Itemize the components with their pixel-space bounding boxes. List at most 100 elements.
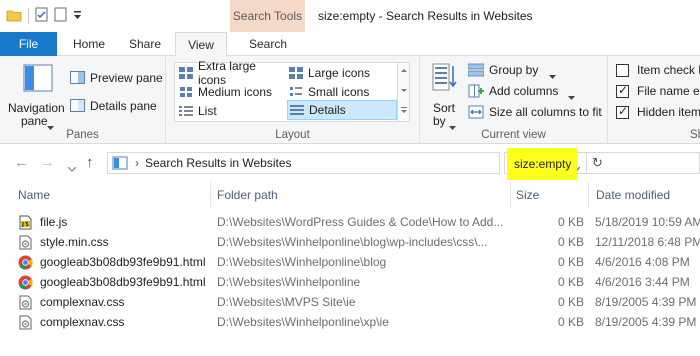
navigation-bar: ← → ↑ › Search Results in Websites ↻ siz… — [0, 148, 700, 180]
table-row[interactable]: style.min.css D:\Websites\Winhelponline\b… — [0, 232, 700, 253]
folder-icon[interactable] — [6, 8, 22, 25]
column-header-date-modified[interactable]: Date modified — [596, 182, 700, 208]
tab-share[interactable]: Share — [120, 32, 170, 56]
extra-large-icons-icon — [179, 67, 193, 79]
table-row[interactable]: complexnav.css D:\Websites\Winhelponline\… — [0, 312, 700, 333]
tab-home[interactable]: Home — [64, 32, 114, 56]
layout-extra-large-icons[interactable]: Extra large icons — [179, 59, 287, 87]
file-name: complexnav.css — [40, 315, 125, 329]
layout-gallery: Extra large icons Large icons Medium ico… — [174, 59, 410, 122]
table-row[interactable]: googleab3b08db93fe9b91.html D:\Websites\W… — [0, 252, 700, 273]
navigation-pane-label-2: pane — [21, 114, 48, 128]
search-tools-context-header: Search Tools — [230, 0, 305, 32]
file-name: complexnav.css — [40, 295, 125, 309]
group-by-button[interactable]: Group by — [467, 62, 598, 82]
medium-icons-label: Medium icons — [198, 85, 273, 99]
chrome-html-icon — [18, 275, 33, 290]
item-check-boxes-checkbox[interactable] — [616, 64, 629, 77]
chrome-html-icon — [18, 255, 33, 270]
ribbon-tabs: File Home Share View Search — [0, 32, 700, 57]
breadcrumb-chevron-icon[interactable]: › — [135, 156, 139, 170]
navigation-pane-icon — [23, 64, 53, 95]
recent-locations-chevron-icon[interactable] — [67, 161, 77, 175]
css-file-icon — [18, 295, 33, 310]
chevron-down-icon — [568, 89, 575, 103]
tab-file[interactable]: File — [0, 32, 57, 56]
up-arrow-icon[interactable]: ↑ — [86, 154, 94, 171]
item-check-boxes-label: Item check b — [637, 63, 700, 77]
file-name-extensions-checkbox[interactable] — [616, 83, 629, 98]
add-columns-label: Add columns — [489, 84, 559, 98]
large-icons-icon — [289, 67, 303, 79]
layout-small-icons[interactable]: Small icons — [289, 82, 395, 102]
file-name-extensions-option[interactable]: File name ex — [616, 83, 700, 100]
current-view-group: Sort by Group by Add columns Size all co… — [420, 56, 608, 144]
quick-access-toolbar — [6, 7, 82, 25]
file-size: 0 KB — [557, 275, 584, 289]
scroll-up-icon — [401, 69, 407, 113]
table-row[interactable]: file.js D:\Websites\WordPress Guides & Co… — [0, 212, 700, 233]
navigation-pane-label: Navigation — [8, 101, 65, 115]
column-header-folder-path[interactable]: Folder path — [217, 182, 507, 208]
address-path: Search Results in Websites — [145, 156, 292, 170]
folder-path: D:\Websites\WordPress Guides & Code\How … — [217, 215, 504, 229]
sort-by-button[interactable]: Sort by — [428, 60, 462, 130]
search-input[interactable]: size:empty — [514, 157, 571, 171]
column-divider[interactable] — [510, 182, 511, 208]
address-bar[interactable]: › Search Results in Websites ↻ — [107, 152, 603, 174]
details-pane-icon — [70, 99, 85, 115]
show-hide-group: Item check b File name ex Hidden item Sh — [608, 56, 700, 144]
customize-toolbar-dropdown-icon[interactable] — [73, 9, 82, 23]
css-file-icon — [18, 315, 33, 330]
chevron-down-icon — [549, 68, 556, 82]
tab-search[interactable]: Search — [232, 32, 304, 56]
size-columns-icon — [468, 105, 484, 122]
details-pane-button[interactable]: Details pane — [70, 98, 164, 116]
column-divider[interactable] — [210, 182, 211, 208]
size-all-columns-button[interactable]: Size all columns to fit — [468, 104, 606, 122]
new-folder-icon[interactable] — [54, 7, 67, 25]
date-modified: 8/19/2005 4:39 PM — [595, 315, 697, 329]
panes-group-label: Panes — [66, 129, 99, 141]
hidden-items-option[interactable]: Hidden item — [616, 104, 700, 121]
layout-gallery-scroll[interactable] — [397, 63, 409, 121]
layout-details[interactable]: Details — [287, 100, 397, 120]
details-icon — [290, 105, 304, 115]
properties-icon[interactable] — [35, 7, 48, 25]
size-all-columns-label: Size all columns to fit — [489, 105, 602, 119]
file-name: file.js — [40, 215, 68, 229]
file-name: style.min.css — [40, 235, 109, 249]
column-header-name[interactable]: Name — [18, 182, 208, 208]
forward-arrow-icon[interactable]: → — [40, 154, 55, 171]
folder-path: D:\Websites\Winhelponline\blog\wp-includ… — [217, 235, 488, 249]
file-name: googleab3b08db93fe9b91.html — [40, 275, 206, 289]
group-by-icon — [467, 63, 485, 80]
layout-large-icons[interactable]: Large icons — [289, 63, 395, 83]
item-check-boxes-option[interactable]: Item check b — [616, 63, 700, 79]
table-row[interactable]: complexnav.css D:\Websites\MVPS Site\ie 0 … — [0, 292, 700, 313]
sort-by-label-2: by — [433, 114, 446, 128]
table-row[interactable]: googleab3b08db93fe9b91.html D:\Websites\W… — [0, 272, 700, 293]
css-file-icon — [18, 235, 33, 250]
sort-by-icon — [431, 62, 459, 95]
tab-view[interactable]: View — [175, 32, 227, 57]
details-pane-label: Details pane — [90, 99, 157, 113]
layout-medium-icons[interactable]: Medium icons — [179, 82, 287, 102]
medium-icons-icon — [180, 87, 192, 97]
back-arrow-icon[interactable]: ← — [14, 154, 29, 171]
navigation-pane-button[interactable]: Navigation pane — [6, 60, 68, 130]
hidden-items-checkbox[interactable] — [616, 104, 629, 119]
show-hide-group-label: Sh — [690, 129, 700, 141]
add-columns-button[interactable]: Add columns — [468, 83, 598, 101]
small-icons-icon — [290, 87, 302, 96]
details-label: Details — [309, 103, 346, 117]
file-size: 0 KB — [557, 295, 584, 309]
layout-list[interactable]: List — [179, 101, 287, 121]
preview-pane-button[interactable]: Preview pane — [70, 70, 164, 88]
list-label: List — [198, 104, 217, 118]
file-name: googleab3b08db93fe9b91.html — [40, 255, 206, 269]
column-header-size[interactable]: Size — [516, 182, 586, 208]
folder-path: D:\Websites\Winhelponline\blog — [217, 255, 387, 269]
column-divider[interactable] — [588, 182, 589, 208]
small-icons-label: Small icons — [308, 85, 370, 99]
